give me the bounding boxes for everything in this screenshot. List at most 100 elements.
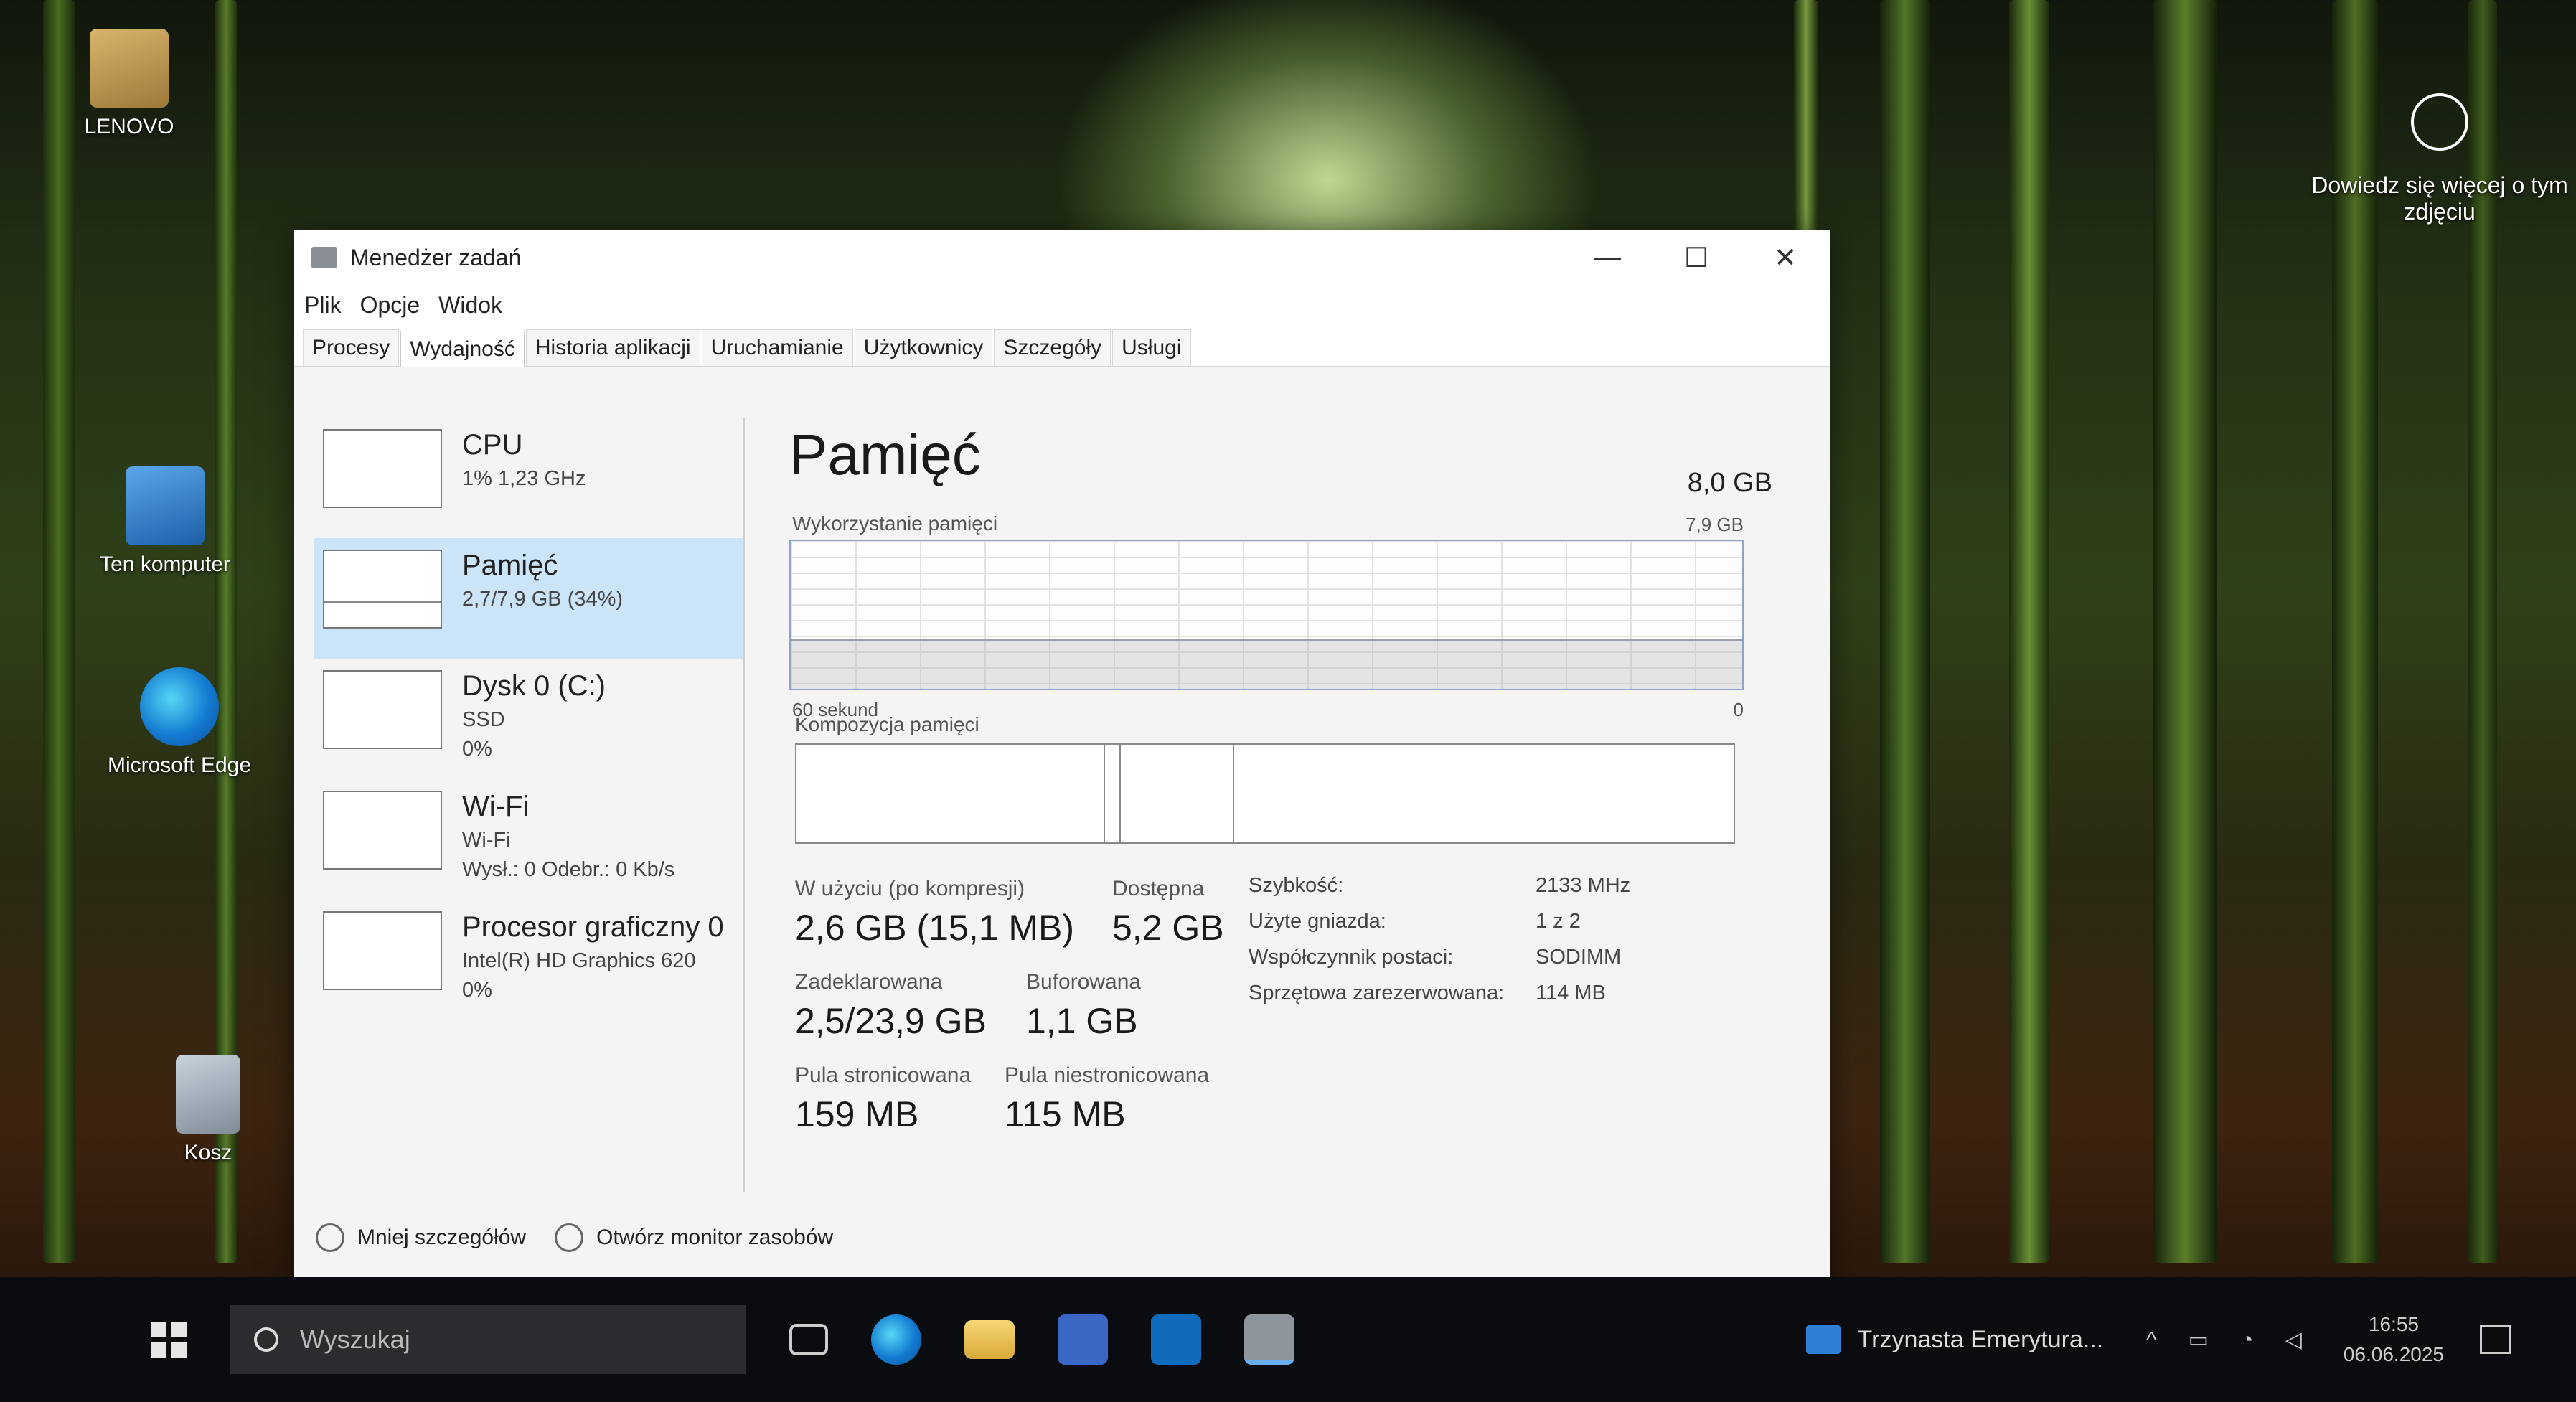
perf-item-detail: Intel(R) HD Graphics 620 [462, 949, 696, 972]
edge-icon [140, 667, 219, 746]
tab-details[interactable]: Szczegóły [994, 329, 1111, 366]
spec-row: Sprzętowa zarezerwowana: 114 MB [1249, 982, 1630, 1017]
composition-graph-label: Kompozycja pamięci [795, 713, 979, 735]
stat-cached: Buforowana 1,1 GB [1026, 970, 1141, 1042]
perf-item-detail: 0% [462, 738, 492, 761]
stat-label: Dostępna [1112, 877, 1205, 900]
stat-paged-pool: Pula stronicowana 159 MB [795, 1063, 971, 1135]
stat-committed: Zadeklarowana 2,5/23,9 GB [795, 970, 987, 1042]
stat-value: 5,2 GB [1112, 908, 1224, 948]
news-notification[interactable]: Trzynasta Emerytura... [1858, 1326, 2104, 1354]
desktop-icon-label: LENOVO [84, 115, 174, 138]
window-footer: Mniej szczegółów Otwórz monitor zasobów [294, 1205, 1830, 1270]
spec-key: Szybkość: [1249, 874, 1344, 897]
outlook-icon[interactable] [1151, 1314, 1201, 1365]
spotlight-learn-more[interactable]: Dowiedz się więcej o tym zdjęciu [2303, 93, 2576, 225]
perf-item-detail: 2,7/7,9 GB (34%) [462, 588, 624, 611]
spec-value: SODIMM [1536, 946, 1622, 969]
title-bar[interactable]: Menedżer zadań — ☐ ✕ [294, 230, 1830, 286]
composition-modified [1105, 745, 1121, 842]
recycle-bin-icon [176, 1055, 240, 1134]
perf-item-detail: 0% [462, 979, 492, 1002]
tray-icons[interactable]: ^ ▭ ◔ ◁ [2146, 1327, 2315, 1352]
memory-thumbnail-graph [323, 550, 442, 629]
store-icon[interactable] [1058, 1314, 1108, 1365]
spec-key: Użyte gniazda: [1249, 910, 1386, 933]
perf-item-name: Dysk 0 (C:) [462, 670, 606, 702]
stat-label: Zadeklarowana [795, 970, 943, 994]
stat-label: W użyciu (po kompresji) [795, 877, 1025, 900]
menu-file[interactable]: Plik [304, 292, 342, 319]
stat-value: 2,5/23,9 GB [795, 1001, 987, 1041]
minimize-button[interactable]: — [1563, 230, 1652, 286]
perf-item-name: Wi-Fi [462, 791, 530, 822]
perf-item-name: CPU [462, 429, 523, 461]
tab-app-history[interactable]: Historia aplikacji [525, 329, 700, 366]
performance-list: CPU 1% 1,23 GHz Pamięć 2,7/7,9 GB (34%) … [314, 418, 745, 1192]
perf-item-detail: Wi-Fi [462, 829, 511, 852]
chevron-up-icon[interactable] [316, 1223, 344, 1252]
spec-value: 114 MB [1536, 982, 1606, 1005]
desktop-icon-this-pc[interactable]: Ten komputer [72, 466, 258, 577]
search-placeholder: Wyszukaj [300, 1325, 410, 1354]
start-button[interactable] [136, 1307, 201, 1372]
tab-startup[interactable]: Uruchamianie [701, 329, 853, 366]
usage-graph-label: Wykorzystanie pamięci [792, 512, 998, 535]
file-explorer-icon[interactable] [964, 1320, 1015, 1359]
memory-usage-fill [791, 638, 1742, 689]
task-view-icon[interactable] [789, 1324, 828, 1355]
taskbar-search[interactable]: Wyszukaj [230, 1305, 746, 1374]
task-manager-taskbar-icon[interactable] [1244, 1314, 1294, 1365]
edge-taskbar-icon[interactable] [871, 1314, 921, 1365]
memory-specs: Szybkość: 2133 MHz Użyte gniazda: 1 z 2 … [1249, 874, 1630, 1017]
stat-label: Pula niestronicowana [1005, 1063, 1210, 1087]
resource-monitor-icon [555, 1223, 584, 1252]
desktop-icon-recycle-bin[interactable]: Kosz [115, 1055, 301, 1165]
stat-value: 1,1 GB [1026, 1001, 1138, 1041]
menu-options[interactable]: Opcje [360, 292, 420, 319]
desktop-icon-label: Microsoft Edge [107, 753, 252, 777]
stat-in-use: W użyciu (po kompresji) 2,6 GB (15,1 MB) [795, 877, 1074, 949]
wifi-thumbnail-graph [323, 791, 442, 870]
open-resource-monitor-link[interactable]: Otwórz monitor zasobów [596, 1225, 833, 1250]
news-icon [1805, 1325, 1841, 1354]
tab-performance[interactable]: Wydajność [400, 331, 525, 367]
tab-users[interactable]: Użytkownicy [854, 329, 993, 366]
graph-min-value: 0 [1733, 699, 1744, 720]
spec-row: Użyte gniazda: 1 z 2 [1249, 910, 1630, 946]
perf-item-gpu[interactable]: Procesor graficzny 0 Intel(R) HD Graphic… [314, 900, 743, 1020]
perf-item-name: Pamięć [462, 550, 558, 581]
memory-total: 8,0 GB [1687, 468, 1772, 498]
window-title: Menedżer zadań [350, 244, 522, 270]
perf-item-memory[interactable]: Pamięć 2,7/7,9 GB (34%) [314, 538, 743, 659]
menu-bar: Plik Opcje Widok [294, 286, 1830, 324]
memory-composition-bar [795, 743, 1735, 844]
memory-usage-graph [789, 540, 1744, 690]
cpu-thumbnail-graph [323, 429, 442, 508]
maximize-button[interactable]: ☐ [1652, 230, 1741, 286]
perf-item-detail: SSD [462, 708, 505, 731]
action-center-icon[interactable] [2480, 1325, 2511, 1354]
fewer-details-link[interactable]: Mniej szczegółów [357, 1225, 526, 1250]
perf-item-disk[interactable]: Dysk 0 (C:) SSD 0% [314, 659, 743, 779]
desktop-icon-lenovo[interactable]: LENOVO [36, 29, 222, 139]
menu-view[interactable]: Widok [438, 292, 502, 319]
clock[interactable]: 16:55 06.06.2025 [2344, 1309, 2444, 1370]
desktop-icon-label: Ten komputer [100, 552, 230, 576]
clock-date: 06.06.2025 [2343, 1343, 2444, 1365]
desktop-icon-edge[interactable]: Microsoft Edge [86, 667, 273, 778]
spec-value: 1 z 2 [1536, 910, 1581, 933]
perf-item-wifi[interactable]: Wi-Fi Wi-Fi Wysł.: 0 Odebr.: 0 Kb/s [314, 779, 743, 900]
tab-services[interactable]: Usługi [1112, 329, 1191, 366]
spec-key: Współczynnik postaci: [1249, 946, 1454, 969]
tab-processes[interactable]: Procesy [303, 329, 400, 366]
page-title: Pamięć [789, 423, 981, 486]
perf-item-cpu[interactable]: CPU 1% 1,23 GHz [314, 418, 743, 538]
bamboo-stalk [43, 0, 75, 1263]
composition-standby [1121, 745, 1234, 842]
stat-value: 115 MB [1005, 1094, 1126, 1134]
task-manager-icon [311, 247, 337, 268]
perf-item-detail: Wysł.: 0 Odebr.: 0 Kb/s [462, 858, 675, 881]
close-button[interactable]: ✕ [1741, 230, 1830, 286]
bamboo-stalk [2009, 0, 2049, 1263]
